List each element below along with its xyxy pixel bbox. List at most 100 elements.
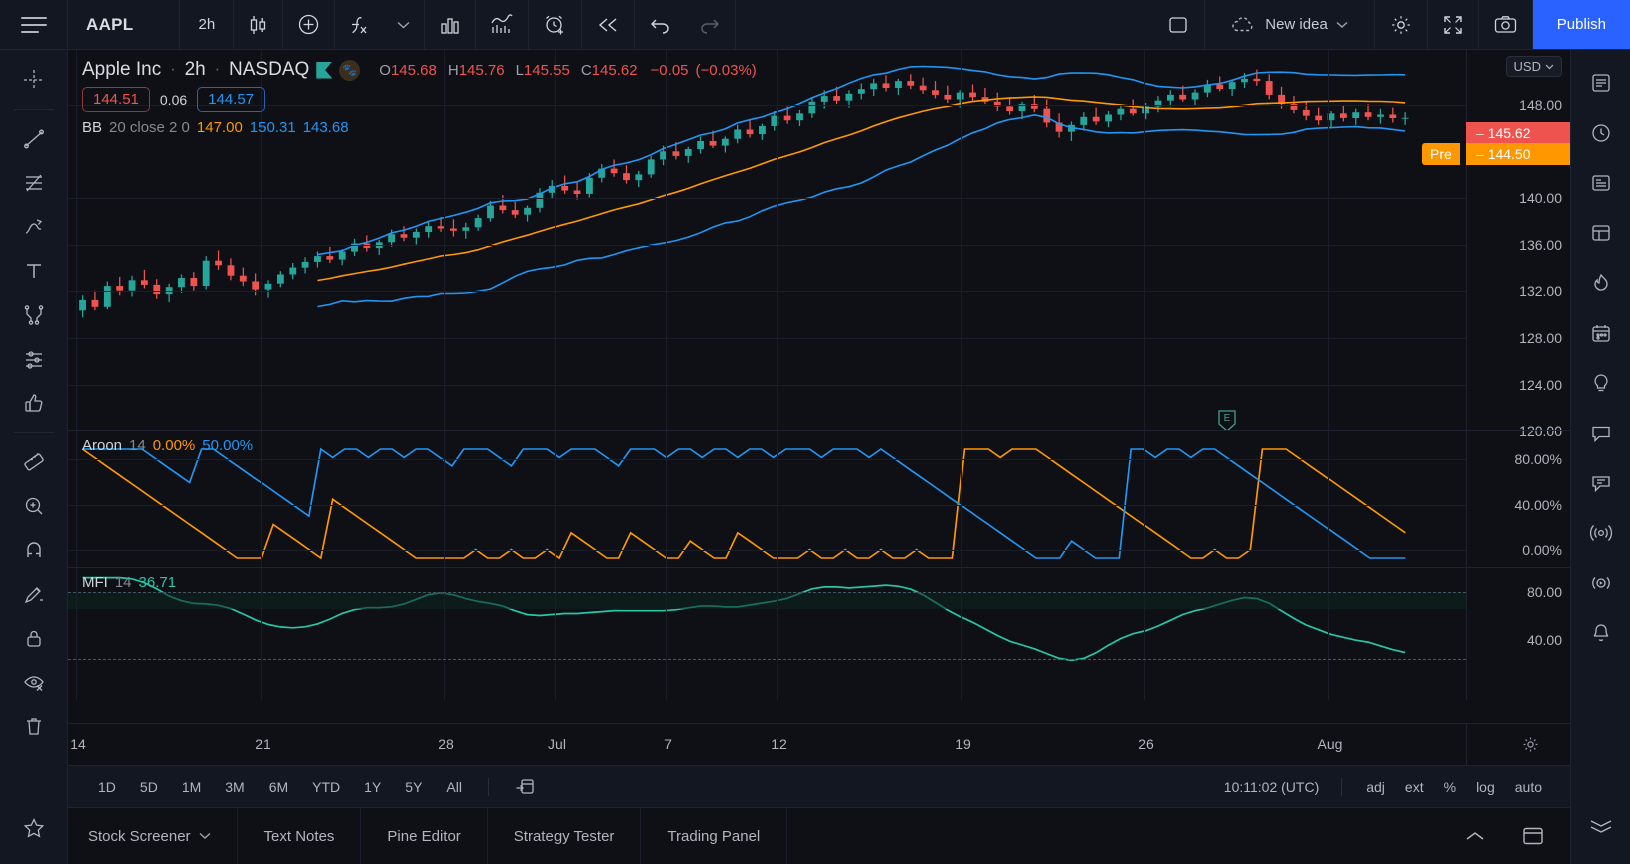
snapshot-button[interactable]: [1479, 0, 1533, 49]
indicators-dropdown-button[interactable]: [383, 0, 426, 49]
redo-button[interactable]: [685, 0, 737, 49]
hamburger-icon: [20, 16, 47, 33]
range-5d[interactable]: 5D: [130, 774, 168, 800]
tab-trading-panel[interactable]: Trading Panel: [641, 808, 788, 864]
undo-button[interactable]: [635, 0, 685, 49]
remove-drawings-icon[interactable]: [12, 704, 56, 748]
measure-ruler-icon[interactable]: [12, 440, 56, 484]
range-all[interactable]: All: [436, 774, 472, 800]
time-axis[interactable]: 14 21 28 Jul 7 12 19 26 Aug: [68, 723, 1570, 765]
main-menu-button[interactable]: [0, 0, 68, 49]
hide-drawings-icon[interactable]: [12, 660, 56, 704]
add-compare-button[interactable]: [283, 0, 336, 49]
broker-icon[interactable]: [1578, 508, 1624, 558]
chevron-down-icon: [397, 21, 410, 29]
hotlist-icon[interactable]: [1578, 258, 1624, 308]
magnet-icon[interactable]: [12, 528, 56, 572]
range-1y[interactable]: 1Y: [354, 774, 391, 800]
mfi-scale[interactable]: 80.00 40.00: [1466, 568, 1570, 700]
replay-button[interactable]: [582, 0, 636, 49]
layout-button[interactable]: [1152, 0, 1206, 49]
tab-text-notes[interactable]: Text Notes: [238, 808, 362, 864]
currency-chip[interactable]: USD: [1505, 56, 1562, 77]
zoom-in-icon[interactable]: [12, 484, 56, 528]
option-auto[interactable]: auto: [1507, 774, 1550, 800]
lock-drawings-icon[interactable]: [12, 616, 56, 660]
range-1m[interactable]: 1M: [172, 774, 211, 800]
range-6m[interactable]: 6M: [259, 774, 298, 800]
pre-market-chip: Pre: [1422, 143, 1460, 165]
thumbs-up-icon[interactable]: [12, 381, 56, 425]
chevron-up-icon[interactable]: [1446, 830, 1504, 842]
chart-style-button[interactable]: [234, 0, 284, 49]
mfi-line-svg: [82, 576, 1406, 662]
alarm-clock-plus-icon: [543, 13, 567, 37]
forecast-icon[interactable]: [12, 337, 56, 381]
new-idea-button[interactable]: New idea: [1205, 0, 1375, 49]
svg-text:E: E: [1224, 413, 1231, 424]
indicators-button[interactable]: [335, 0, 383, 49]
bar-pattern-icon: [439, 14, 461, 36]
chat-public-icon[interactable]: [1578, 408, 1624, 458]
interval-button[interactable]: 2h: [180, 0, 235, 49]
pattern-icon[interactable]: [12, 293, 56, 337]
single-layout-icon: [1166, 14, 1190, 36]
stream-icon[interactable]: [1578, 558, 1624, 608]
calendar-icon[interactable]: [1578, 308, 1624, 358]
tab-stock-screener[interactable]: Stock Screener: [88, 808, 238, 864]
publish-button[interactable]: Publish: [1532, 0, 1630, 49]
range-3m[interactable]: 3M: [215, 774, 254, 800]
option-ext[interactable]: ext: [1397, 774, 1432, 800]
crosshair-cursor-icon[interactable]: [12, 58, 56, 102]
news-icon[interactable]: [1578, 158, 1624, 208]
ideas-icon[interactable]: [1578, 358, 1624, 408]
fx-indicators-icon: [349, 14, 369, 36]
fib-retracement-icon[interactable]: [12, 161, 56, 205]
watchlist-icon[interactable]: [1578, 58, 1624, 108]
chart-area: Apple Inc · 2h · NASDAQ 🐾 O 145.68 H 145.7…: [68, 50, 1570, 864]
panel-layout-icon[interactable]: [1504, 826, 1570, 846]
trend-line-icon[interactable]: [12, 117, 56, 161]
go-to-date-icon[interactable]: [505, 772, 545, 801]
plus-circle-icon: [297, 13, 320, 36]
symbol-search-button[interactable]: AAPL: [68, 0, 181, 49]
gear-icon[interactable]: [1521, 735, 1540, 754]
option-percent[interactable]: %: [1436, 774, 1464, 800]
compare-button[interactable]: [476, 0, 530, 49]
pre-price-value: 144.50: [1487, 146, 1531, 162]
time-axis-plot[interactable]: 14 21 28 Jul 7 12 19 26 Aug: [68, 724, 1466, 765]
brush-icon[interactable]: [12, 205, 56, 249]
alerts-clock-icon[interactable]: [1578, 108, 1624, 158]
range-1d[interactable]: 1D: [88, 774, 126, 800]
range-ytd[interactable]: YTD: [302, 774, 350, 800]
favorites-star-icon[interactable]: [12, 806, 56, 850]
candlestick-style-icon: [248, 14, 268, 36]
chart-settings-button[interactable]: [1375, 0, 1428, 49]
range-5y[interactable]: 5Y: [395, 774, 432, 800]
divider: [487, 777, 489, 796]
earnings-flag-icon[interactable]: E: [1216, 409, 1238, 430]
option-log[interactable]: log: [1468, 774, 1503, 800]
option-adj[interactable]: adj: [1358, 774, 1393, 800]
fullscreen-button[interactable]: [1428, 0, 1479, 49]
alert-button[interactable]: [529, 0, 583, 49]
bar-pattern-button[interactable]: [425, 0, 477, 49]
notifications-bell-icon[interactable]: [1578, 608, 1624, 658]
drawing-mode-icon[interactable]: [12, 572, 56, 616]
text-tool-icon[interactable]: [12, 249, 56, 293]
private-chat-icon[interactable]: [1578, 458, 1624, 508]
last-price-value: 145.62: [1487, 125, 1531, 141]
price-tick-140: 140.00: [1519, 190, 1562, 206]
rewind-replay-icon: [596, 16, 620, 34]
time-axis-settings[interactable]: [1466, 724, 1570, 765]
aroon-scale[interactable]: 80.00% 40.00% 0.00%: [1466, 431, 1570, 567]
data-window-icon[interactable]: [1578, 208, 1624, 258]
aroon-plot[interactable]: Aroon 14 0.00% 50.00%: [68, 431, 1466, 567]
price-plot[interactable]: Apple Inc · 2h · NASDAQ 🐾 O 145.68 H 145.7…: [68, 50, 1466, 430]
tab-pine-editor[interactable]: Pine Editor: [361, 808, 488, 864]
price-scale[interactable]: USD 148.00 140.00 136.00 132.00 128.00 1…: [1422, 50, 1570, 439]
price-tick-132: 132.00: [1519, 283, 1562, 299]
mfi-plot[interactable]: MFI 14 36.71: [68, 568, 1466, 700]
objects-tree-icon[interactable]: [1578, 800, 1624, 850]
tab-strategy-tester[interactable]: Strategy Tester: [488, 808, 642, 864]
